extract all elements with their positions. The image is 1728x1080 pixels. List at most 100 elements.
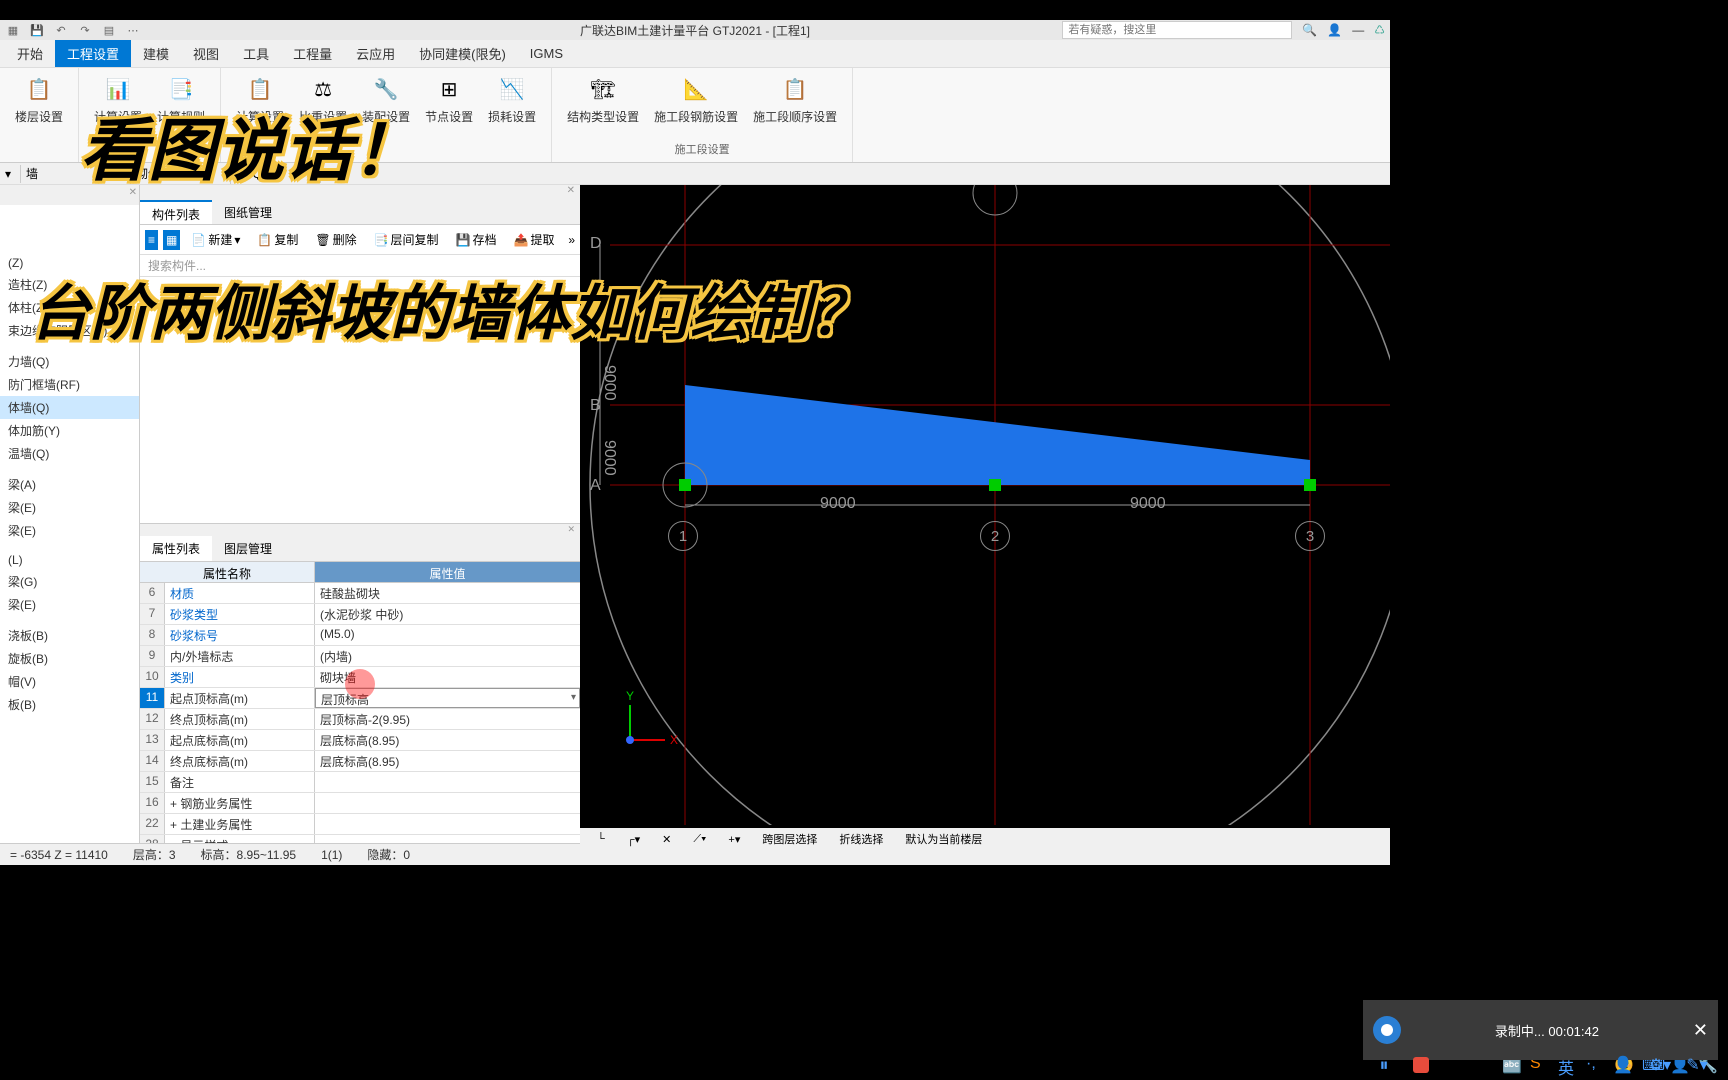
- extract-button[interactable]: 📤 提取: [508, 229, 561, 250]
- floor-settings-button[interactable]: 📋 楼层设置: [15, 73, 63, 125]
- view-grid-button[interactable]: ▦: [163, 230, 180, 250]
- prop-row-16[interactable]: 16+ 钢筋业务属性: [140, 793, 580, 814]
- search-input[interactable]: [1062, 21, 1292, 39]
- tree-item-14[interactable]: [0, 542, 139, 550]
- prop-row-6[interactable]: 6材质硅酸盐砌块: [140, 583, 580, 604]
- prop-row-value[interactable]: 层底标高(8.95): [315, 730, 580, 750]
- prop-row-12[interactable]: 12终点顶标高(m)层顶标高-2(9.95): [140, 709, 580, 730]
- subbar-dropdown-1[interactable]: ▾: [0, 165, 21, 183]
- vp-tool-3[interactable]: ✕: [655, 830, 678, 849]
- order-icon: 📋: [779, 73, 811, 105]
- tree-item-19[interactable]: 浇板(B): [0, 624, 139, 647]
- stop-button[interactable]: [1410, 1054, 1432, 1076]
- rebar-section-button[interactable]: 📐 施工段钢筋设置: [654, 73, 738, 125]
- prop-row-value[interactable]: [315, 793, 580, 813]
- prop-row-value[interactable]: (M5.0): [315, 625, 580, 645]
- menu-8[interactable]: IGMS: [518, 42, 575, 65]
- prop-row-value[interactable]: 层顶标高-2(9.95): [315, 709, 580, 729]
- new-button[interactable]: 📄 新建 ▾: [185, 229, 246, 250]
- prop-row-8[interactable]: 8砂浆标号(M5.0): [140, 625, 580, 646]
- menu-1[interactable]: 工程设置: [55, 40, 131, 67]
- more-tools-icon[interactable]: »: [568, 233, 575, 247]
- prop-row-7[interactable]: 7砂浆类型(水泥砂浆 中砂): [140, 604, 580, 625]
- prop-row-value[interactable]: [315, 814, 580, 834]
- vp-tool-5[interactable]: +▾: [721, 830, 747, 849]
- copy-button[interactable]: 📋 复制: [251, 229, 304, 250]
- menu-0[interactable]: 开始: [5, 40, 55, 67]
- menu-6[interactable]: 云应用: [344, 40, 407, 67]
- prop-row-value[interactable]: [315, 772, 580, 792]
- tree-item-18[interactable]: [0, 616, 139, 624]
- tree-item-21[interactable]: 帽(V): [0, 670, 139, 693]
- vp-polyline[interactable]: 折线选择: [832, 828, 890, 850]
- tree-item-7[interactable]: 体墙(Q): [0, 396, 139, 419]
- user-icon[interactable]: 👤: [1327, 23, 1342, 37]
- tab-drawing-manage[interactable]: 图纸管理: [212, 200, 284, 224]
- tree-item-16[interactable]: 梁(G): [0, 570, 139, 593]
- tree-item-6[interactable]: 防门框墙(RF): [0, 373, 139, 396]
- vp-default-floor[interactable]: 默认为当前楼层: [898, 828, 989, 850]
- settings-button[interactable]: ⚙▾: [1649, 1054, 1671, 1076]
- pen-button[interactable]: ✎▾: [1686, 1054, 1708, 1076]
- recorder-close-icon[interactable]: ✕: [1693, 1020, 1708, 1041]
- menu-5[interactable]: 工程量: [281, 40, 344, 67]
- tree-item-22[interactable]: 板(B): [0, 693, 139, 716]
- struct-type-button[interactable]: 🏗 结构类型设置: [567, 73, 639, 125]
- tree-item-5[interactable]: 力墙(Q): [0, 350, 139, 373]
- delete-button[interactable]: 🗑 删除: [309, 229, 362, 250]
- prop-row-value[interactable]: 硅酸盐砌块: [315, 583, 580, 603]
- vp-tool-4[interactable]: ⟋▾: [686, 830, 713, 849]
- tab-component-list[interactable]: 构件列表: [140, 200, 212, 224]
- prop-row-14[interactable]: 14终点底标高(m)层底标高(8.95): [140, 751, 580, 772]
- prop-row-num: 15: [140, 772, 165, 792]
- menu-2[interactable]: 建模: [131, 40, 181, 67]
- prop-row-22[interactable]: 22+ 土建业务属性: [140, 814, 580, 835]
- help-icon[interactable]: ♺: [1374, 23, 1385, 37]
- minimize-icon[interactable]: —: [1352, 23, 1364, 37]
- tree-item-11[interactable]: 梁(A): [0, 473, 139, 496]
- tree-item-10[interactable]: [0, 465, 139, 473]
- dropdown-arrow-icon[interactable]: ▾: [571, 692, 576, 703]
- section-order-button[interactable]: 📋 施工段顺序设置: [753, 73, 837, 125]
- tree-item-12[interactable]: 梁(E): [0, 496, 139, 519]
- menu-7[interactable]: 协同建模(限免): [407, 40, 518, 67]
- tab-property-list[interactable]: 属性列表: [140, 536, 212, 561]
- archive-button[interactable]: 💾 存档: [450, 229, 503, 250]
- status-count: 1(1): [321, 848, 342, 862]
- undo-icon[interactable]: ↶: [53, 22, 69, 38]
- grid-icon[interactable]: ▤: [101, 22, 117, 38]
- annotate-button[interactable]: 👤: [1612, 1054, 1634, 1076]
- search-icon[interactable]: 🔍: [1302, 23, 1317, 37]
- prop-row-9[interactable]: 9内/外墙标志(内墙): [140, 646, 580, 667]
- node-settings-button[interactable]: ⊞ 节点设置: [425, 73, 473, 125]
- tab-layer-manage[interactable]: 图层管理: [212, 536, 284, 561]
- tree-item-9[interactable]: 温墙(Q): [0, 442, 139, 465]
- tree-item-13[interactable]: 梁(E): [0, 519, 139, 542]
- prop-close-icon[interactable]: ✕: [567, 524, 580, 536]
- layer-copy-button[interactable]: 📑 层间复制: [368, 229, 445, 250]
- prop-row-value[interactable]: 层底标高(8.95): [315, 751, 580, 771]
- prop-row-value[interactable]: [315, 835, 580, 843]
- view-list-button[interactable]: ≡: [145, 230, 158, 250]
- vp-cross-layer[interactable]: 跨图层选择: [755, 828, 824, 850]
- prop-row-28[interactable]: 28+ 显示样式: [140, 835, 580, 843]
- loss-settings-button[interactable]: 📉 损耗设置: [488, 73, 536, 125]
- pause-button[interactable]: ⏸: [1373, 1054, 1395, 1076]
- prop-row-13[interactable]: 13起点底标高(m)层底标高(8.95): [140, 730, 580, 751]
- save-icon[interactable]: 💾: [29, 22, 45, 38]
- menu-3[interactable]: 视图: [181, 40, 231, 67]
- menu-icon[interactable]: ▦: [5, 22, 21, 38]
- more-icon[interactable]: ⋯: [125, 22, 141, 38]
- mid-close-icon[interactable]: ✕: [567, 185, 580, 200]
- prop-row-value[interactable]: (水泥砂浆 中砂): [315, 604, 580, 624]
- menu-4[interactable]: 工具: [231, 40, 281, 67]
- tree-item-17[interactable]: 梁(E): [0, 593, 139, 616]
- vp-tool-2[interactable]: ┌▾: [620, 830, 647, 849]
- tree-item-20[interactable]: 旋板(B): [0, 647, 139, 670]
- vp-tool-1[interactable]: └: [590, 830, 612, 848]
- prop-row-value[interactable]: (内墙): [315, 646, 580, 666]
- prop-row-15[interactable]: 15备注: [140, 772, 580, 793]
- redo-icon[interactable]: ↷: [77, 22, 93, 38]
- tree-item-15[interactable]: (L): [0, 550, 139, 570]
- tree-item-8[interactable]: 体加筋(Y): [0, 419, 139, 442]
